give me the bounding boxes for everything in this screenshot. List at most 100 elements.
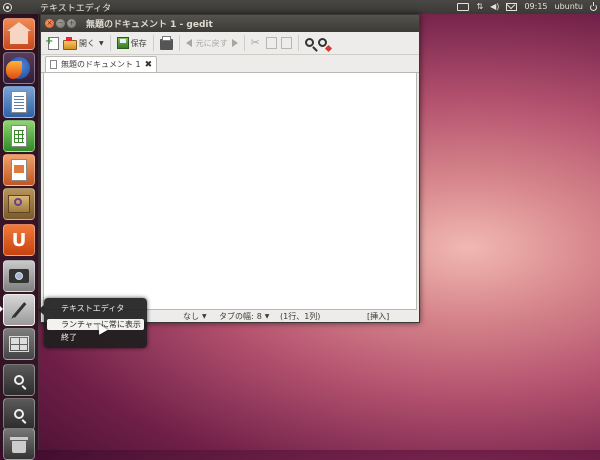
quit-item[interactable]: 終了 (47, 332, 144, 343)
redo-button[interactable] (230, 34, 240, 52)
open-button[interactable]: 開く (61, 34, 97, 52)
power-icon[interactable] (590, 1, 597, 11)
network-icon[interactable]: ⇅ (476, 0, 483, 14)
firefox-icon (6, 57, 30, 79)
workspace-icon (9, 336, 29, 352)
new-document-button[interactable] (44, 34, 61, 52)
caret-down-icon: ▼ (99, 39, 104, 47)
save-label: 保存 (130, 38, 147, 48)
paste-icon (280, 37, 292, 49)
copy-button[interactable] (264, 34, 279, 52)
indicator-area: ⇅ ◀) 09:15 ubuntu (457, 0, 597, 14)
launcher-home-folder[interactable] (3, 18, 35, 50)
search-replace-icon (317, 37, 327, 47)
cursor-position-text: (1行、1列) (280, 311, 321, 321)
tab-width-label: タブの幅: (219, 311, 254, 321)
launcher-workspace-switcher[interactable] (3, 328, 35, 360)
language-value: なし (183, 311, 199, 321)
launcher-text-editor[interactable] (3, 294, 35, 326)
document-tabbar: 無題のドキュメント 1 ✖ (41, 55, 419, 73)
quicklist-title: テキストエディタ (61, 304, 125, 313)
undo-label: 元に戻す (195, 38, 228, 48)
launcher-ubuntu-one[interactable]: U (3, 224, 35, 256)
user-menu[interactable]: ubuntu (555, 0, 584, 14)
top-panel: テキストエディタ ⇅ ◀) 09:15 ubuntu (0, 0, 600, 14)
launcher-libreoffice-calc[interactable] (3, 120, 35, 152)
dash-button[interactable] (0, 0, 14, 14)
launcher-libreoffice-impress[interactable] (3, 154, 35, 186)
trash-icon (10, 437, 28, 453)
maximize-icon: + (68, 19, 75, 27)
launcher: U (0, 14, 39, 460)
toolbar-separator (297, 35, 299, 51)
toolbar-separator (243, 35, 245, 51)
cut-button[interactable]: ✂ (249, 34, 264, 52)
search-icon (304, 37, 314, 47)
toolbar-separator (109, 35, 111, 51)
open-recent-dropdown[interactable]: ▼ (97, 34, 106, 52)
minimize-icon: − (57, 19, 64, 27)
launcher-trash[interactable] (3, 428, 35, 460)
launcher-libreoffice-writer[interactable] (3, 86, 35, 118)
impress-icon (11, 159, 27, 181)
save-button[interactable]: 保存 (115, 34, 149, 52)
redo-icon (231, 39, 238, 47)
launcher-firefox[interactable] (3, 52, 35, 84)
tab-width-selector[interactable]: タブの幅: 8 ▼ (219, 310, 269, 322)
writer-icon (11, 91, 27, 113)
toolbar-separator (152, 35, 154, 51)
cursor-position: (1行、1列) (280, 310, 320, 322)
volume-icon[interactable]: ◀) (490, 0, 499, 14)
panel-app-title[interactable]: テキストエディタ (40, 1, 111, 14)
print-button[interactable] (158, 34, 175, 52)
mail-icon[interactable] (506, 3, 518, 11)
close-tab-icon[interactable]: ✖ (145, 60, 153, 70)
document-tab-label: 無題のドキュメント 1 (61, 60, 141, 69)
keyboard-icon[interactable] (457, 3, 470, 11)
undo-button[interactable]: 元に戻す (184, 34, 230, 52)
toolbar-separator (178, 35, 180, 51)
gedit-window: × − + 無題のドキュメント 1 - gedit 開く ▼ 保存 元に戻す ✂… (40, 14, 420, 323)
launcher-screenshot[interactable] (3, 260, 35, 292)
copy-icon (265, 37, 277, 49)
caret-down-icon: ▼ (264, 312, 270, 320)
new-document-icon (45, 36, 59, 50)
launcher-software-center[interactable] (3, 188, 35, 220)
toolbar: 開く ▼ 保存 元に戻す ✂ (41, 32, 419, 55)
zoom-out-icon (14, 409, 24, 419)
zoom-in-icon (14, 375, 24, 385)
launcher-quicklist: テキストエディタ ランチャーに常に表示 終了 (38, 298, 147, 348)
gedit-icon (12, 302, 26, 318)
maximize-window-button[interactable]: + (67, 19, 76, 28)
document-icon (50, 60, 57, 69)
insert-mode-text: [挿入] (367, 311, 390, 321)
home-folder-icon (7, 21, 31, 44)
minimize-window-button[interactable]: − (56, 19, 65, 28)
window-title: 無題のドキュメント 1 - gedit (86, 20, 213, 30)
launcher-zoom-in[interactable] (3, 364, 35, 396)
language-selector[interactable]: なし ▼ (183, 310, 207, 322)
undo-icon (185, 39, 192, 47)
open-folder-icon (63, 36, 77, 50)
calc-icon (11, 125, 27, 147)
caret-down-icon: ▼ (202, 312, 207, 320)
close-window-button[interactable]: × (45, 19, 54, 28)
tab-width-value: 8 (256, 311, 262, 321)
software-center-icon (8, 195, 30, 213)
clock[interactable]: 09:15 (524, 0, 547, 14)
window-titlebar[interactable]: × − + 無題のドキュメント 1 - gedit (41, 15, 419, 32)
ubuntu-logo-icon (2, 2, 12, 12)
open-label: 開く (79, 38, 95, 48)
launcher-zoom-out[interactable] (3, 398, 35, 430)
ubuntu-one-icon: U (11, 229, 27, 251)
print-icon (159, 35, 173, 50)
text-editor-area[interactable] (43, 72, 417, 310)
save-icon (116, 37, 129, 49)
insert-mode: [挿入] (367, 310, 389, 322)
paste-button[interactable] (279, 34, 294, 52)
document-tab[interactable]: 無題のドキュメント 1 ✖ (45, 56, 158, 72)
search-button[interactable] (303, 34, 316, 52)
close-icon: × (46, 19, 53, 27)
cut-icon: ✂ (250, 36, 260, 49)
camera-icon (9, 269, 29, 283)
